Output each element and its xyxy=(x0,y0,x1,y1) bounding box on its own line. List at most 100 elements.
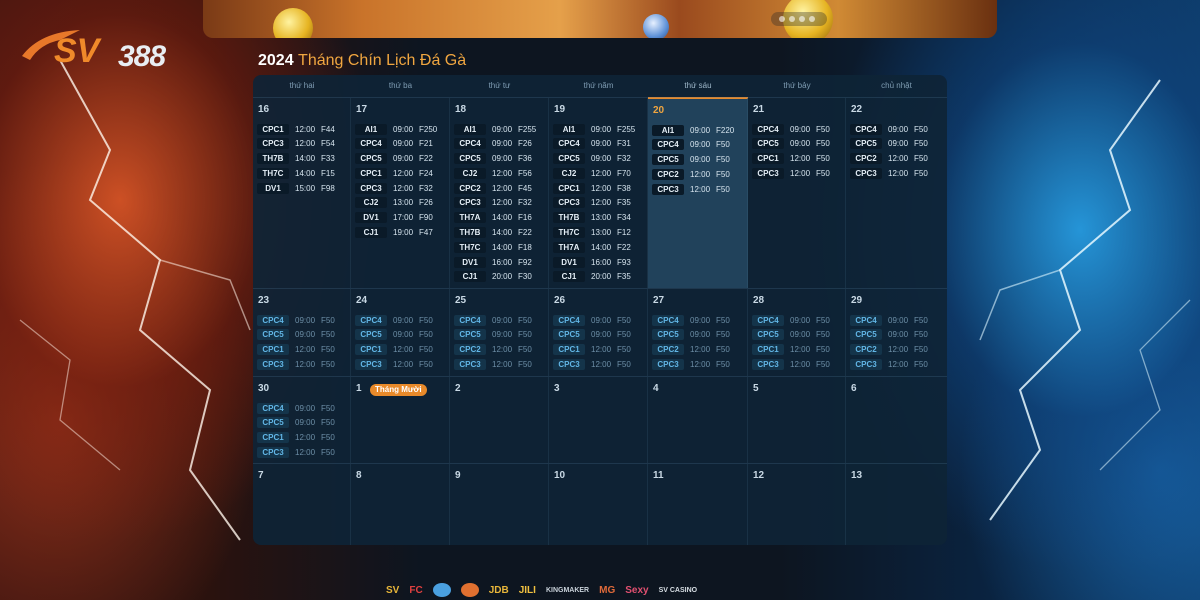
calendar-day-cell[interactable]: 2 xyxy=(450,377,549,463)
event-row[interactable]: CPC4 09:00 F50 xyxy=(355,314,433,326)
event-row[interactable]: TH7B 14:00 F33 xyxy=(257,153,335,165)
event-row[interactable]: TH7A 14:00 F22 xyxy=(553,241,635,253)
event-row[interactable]: CPC4 09:00 F50 xyxy=(652,314,730,326)
event-row[interactable]: CPC4 09:00 F50 xyxy=(850,314,928,326)
event-row[interactable]: CJ1 20:00 F30 xyxy=(454,271,536,283)
event-row[interactable]: CPC5 09:00 F50 xyxy=(257,417,335,429)
partner-logo[interactable]: JILI xyxy=(519,581,536,599)
calendar-day-cell[interactable]: 23 CPC4 09:00 F50 CPC5 09:00 F50 CPC1 12:00 F50 CP… xyxy=(253,289,351,376)
sv388-logo[interactable]: SV xyxy=(20,26,200,72)
event-row[interactable]: CPC4 09:00 F31 xyxy=(553,138,635,150)
event-row[interactable]: TH7B 14:00 F22 xyxy=(454,227,536,239)
event-row[interactable]: CPC3 12:00 F50 xyxy=(850,358,928,370)
event-row[interactable]: AI1 09:00 F220 xyxy=(652,124,734,136)
calendar-day-cell[interactable]: 18 AI1 09:00 F255 CPC4 09:00 F26 CPC5 09:00 F36 CJ… xyxy=(450,98,549,288)
calendar-day-cell[interactable]: 4 xyxy=(648,377,748,463)
partner-logo[interactable]: SV xyxy=(386,581,399,599)
event-row[interactable]: CPC3 12:00 F50 xyxy=(257,358,335,370)
event-row[interactable]: CPC5 09:00 F32 xyxy=(553,153,635,165)
calendar-day-cell[interactable]: 12 xyxy=(748,464,846,545)
event-row[interactable]: CPC4 09:00 F50 xyxy=(257,314,335,326)
event-row[interactable]: CJ1 19:00 F47 xyxy=(355,227,437,239)
event-row[interactable]: TH7C 14:00 F15 xyxy=(257,167,335,179)
calendar-day-cell[interactable]: 28 CPC4 09:00 F50 CPC5 09:00 F50 CPC1 12:00 F50 CP… xyxy=(748,289,846,376)
event-row[interactable]: CPC1 12:00 F50 xyxy=(752,344,830,356)
event-row[interactable]: CPC5 09:00 F50 xyxy=(553,329,631,341)
event-row[interactable]: CPC2 12:00 F50 xyxy=(652,344,730,356)
event-row[interactable]: CPC4 09:00 F50 xyxy=(553,314,631,326)
event-row[interactable]: CPC5 09:00 F50 xyxy=(652,329,730,341)
event-row[interactable]: CPC1 12:00 F44 xyxy=(257,123,335,135)
event-row[interactable]: CPC1 12:00 F50 xyxy=(257,344,335,356)
event-row[interactable]: DV1 16:00 F93 xyxy=(553,256,635,268)
event-row[interactable]: CPC4 09:00 F50 xyxy=(850,123,928,135)
event-row[interactable]: CPC3 12:00 F32 xyxy=(355,182,437,194)
calendar-day-cell[interactable]: 5 xyxy=(748,377,846,463)
event-row[interactable]: CPC2 12:00 F50 xyxy=(652,168,734,180)
calendar-day-cell[interactable]: 27 CPC4 09:00 F50 CPC5 09:00 F50 CPC2 12:00 F50 CP… xyxy=(648,289,748,376)
event-row[interactable]: CPC3 12:00 F54 xyxy=(257,138,335,150)
calendar-day-cell[interactable]: 3 xyxy=(549,377,648,463)
event-row[interactable]: AI1 09:00 F255 xyxy=(454,123,536,135)
event-row[interactable]: CPC4 09:00 F21 xyxy=(355,138,437,150)
partner-logo[interactable]: Sexy xyxy=(625,581,648,599)
event-row[interactable]: CPC5 09:00 F50 xyxy=(850,138,928,150)
calendar-day-cell[interactable]: 1 Tháng Mười xyxy=(351,377,450,463)
calendar-day-cell[interactable]: 9 xyxy=(450,464,549,545)
event-row[interactable]: CPC4 09:00 F50 xyxy=(752,123,830,135)
event-row[interactable]: CPC4 09:00 F50 xyxy=(752,314,830,326)
event-row[interactable]: CJ2 12:00 F70 xyxy=(553,167,635,179)
event-row[interactable]: TH7C 14:00 F18 xyxy=(454,241,536,253)
promo-banner[interactable] xyxy=(203,0,997,38)
event-row[interactable]: CPC3 12:00 F50 xyxy=(752,358,830,370)
event-row[interactable]: DV1 16:00 F92 xyxy=(454,256,536,268)
event-row[interactable]: CPC1 12:00 F50 xyxy=(355,344,433,356)
calendar-day-cell[interactable]: 29 CPC4 09:00 F50 CPC5 09:00 F50 CPC2 12:00 F50 CP… xyxy=(846,289,947,376)
event-row[interactable]: CPC4 09:00 F50 xyxy=(652,139,734,151)
event-row[interactable]: CPC5 09:00 F36 xyxy=(454,153,536,165)
partner-logo[interactable]: FC xyxy=(409,581,422,599)
event-row[interactable]: CPC3 12:00 F50 xyxy=(454,358,532,370)
calendar-day-cell[interactable]: 11 xyxy=(648,464,748,545)
event-row[interactable]: CPC5 09:00 F50 xyxy=(850,329,928,341)
partner-logo[interactable]: JDB xyxy=(489,581,509,599)
event-row[interactable]: CPC2 12:00 F50 xyxy=(454,344,532,356)
event-row[interactable]: CPC3 12:00 F32 xyxy=(454,197,536,209)
event-row[interactable]: CPC1 12:00 F50 xyxy=(257,432,335,444)
calendar-day-cell[interactable]: 10 xyxy=(549,464,648,545)
event-row[interactable]: CPC5 09:00 F50 xyxy=(752,138,830,150)
event-row[interactable]: CPC1 12:00 F24 xyxy=(355,167,437,179)
dragon-logo-icon[interactable] xyxy=(460,581,479,599)
event-row[interactable]: CPC3 12:00 F50 xyxy=(257,446,335,458)
calendar-day-cell[interactable]: 20 AI1 09:00 F220 CPC4 09:00 F50 CPC5 09:00 F50 CP… xyxy=(648,98,748,288)
event-row[interactable]: CPC4 09:00 F50 xyxy=(454,314,532,326)
event-row[interactable]: DV1 17:00 F90 xyxy=(355,212,437,224)
calendar-day-cell[interactable]: 25 CPC4 09:00 F50 CPC5 09:00 F50 CPC2 12:00 F50 CP… xyxy=(450,289,549,376)
event-row[interactable]: CPC1 12:00 F38 xyxy=(553,182,635,194)
event-row[interactable]: CPC5 09:00 F50 xyxy=(355,329,433,341)
calendar-day-cell[interactable]: 8 xyxy=(351,464,450,545)
event-row[interactable]: DV1 15:00 F98 xyxy=(257,182,335,194)
event-row[interactable]: CPC2 12:00 F50 xyxy=(850,344,928,356)
event-row[interactable]: CPC5 09:00 F22 xyxy=(355,153,437,165)
calendar-day-cell[interactable]: 13 xyxy=(846,464,947,545)
event-row[interactable]: CJ2 13:00 F26 xyxy=(355,197,437,209)
event-row[interactable]: CPC5 09:00 F50 xyxy=(752,329,830,341)
event-row[interactable]: CPC3 12:00 F50 xyxy=(652,183,734,195)
event-row[interactable]: TH7B 13:00 F34 xyxy=(553,212,635,224)
event-row[interactable]: CPC3 12:00 F50 xyxy=(553,358,631,370)
calendar-day-cell[interactable]: 22 CPC4 09:00 F50 CPC5 09:00 F50 CPC2 12:00 F50 CP… xyxy=(846,98,947,288)
event-row[interactable]: AI1 09:00 F250 xyxy=(355,123,437,135)
calendar-day-cell[interactable]: 19 AI1 09:00 F255 CPC4 09:00 F31 CPC5 09:00 F32 CJ… xyxy=(549,98,648,288)
event-row[interactable]: CPC3 12:00 F50 xyxy=(652,358,730,370)
calendar-day-cell[interactable]: 7 xyxy=(253,464,351,545)
partner-logo[interactable]: SV CASINO xyxy=(659,581,698,599)
event-row[interactable]: CPC2 12:00 F50 xyxy=(850,153,928,165)
event-row[interactable]: CJ2 12:00 F56 xyxy=(454,167,536,179)
event-row[interactable]: CPC3 12:00 F35 xyxy=(553,197,635,209)
event-row[interactable]: CPC4 09:00 F26 xyxy=(454,138,536,150)
event-row[interactable]: AI1 09:00 F255 xyxy=(553,123,635,135)
calendar-day-cell[interactable]: 17 AI1 09:00 F250 CPC4 09:00 F21 CPC5 09:00 F22 CP… xyxy=(351,98,450,288)
event-row[interactable]: CPC1 12:00 F50 xyxy=(553,344,631,356)
event-row[interactable]: CPC3 12:00 F50 xyxy=(850,167,928,179)
